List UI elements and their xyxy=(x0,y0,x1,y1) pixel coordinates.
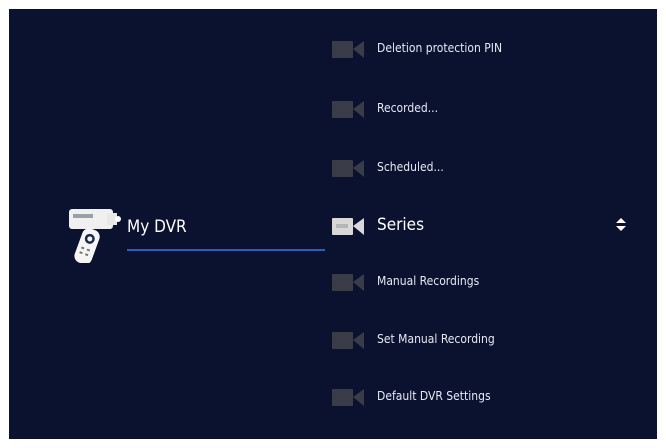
menu-item-label: Manual Recordings xyxy=(377,274,480,288)
dvr-menu-screen: My DVR Deletion protection PIN Recorded.… xyxy=(9,9,657,439)
camera-icon xyxy=(331,269,365,295)
up-down-arrows-icon[interactable] xyxy=(615,217,627,233)
camera-icon xyxy=(331,213,365,239)
camera-icon xyxy=(331,327,365,353)
menu-item-deletion-protection-pin[interactable]: Deletion protection PIN xyxy=(331,35,631,65)
menu-item-label: Scheduled... xyxy=(377,160,444,174)
menu-item-label: Deletion protection PIN xyxy=(377,41,503,55)
camera-icon xyxy=(331,384,365,410)
menu-item-label: Series xyxy=(377,215,425,235)
menu-item-default-dvr-settings[interactable]: Default DVR Settings xyxy=(331,383,631,413)
menu-item-label: Recorded... xyxy=(377,101,439,115)
camera-icon xyxy=(331,155,365,181)
camera-icon xyxy=(331,36,365,62)
dvr-remote-icon xyxy=(67,207,127,265)
section-title: My DVR xyxy=(127,217,187,237)
camera-icon xyxy=(331,96,365,122)
menu-item-manual-recordings[interactable]: Manual Recordings xyxy=(331,268,631,298)
menu-item-series[interactable]: Series xyxy=(331,212,631,242)
menu-item-label: Set Manual Recording xyxy=(377,332,495,346)
section-header: My DVR xyxy=(67,207,327,265)
section-underline xyxy=(127,249,325,251)
menu-item-recorded[interactable]: Recorded... xyxy=(331,95,631,125)
menu-item-label: Default DVR Settings xyxy=(377,389,491,403)
menu-item-set-manual-recording[interactable]: Set Manual Recording xyxy=(331,326,631,356)
menu-item-scheduled[interactable]: Scheduled... xyxy=(331,154,631,184)
